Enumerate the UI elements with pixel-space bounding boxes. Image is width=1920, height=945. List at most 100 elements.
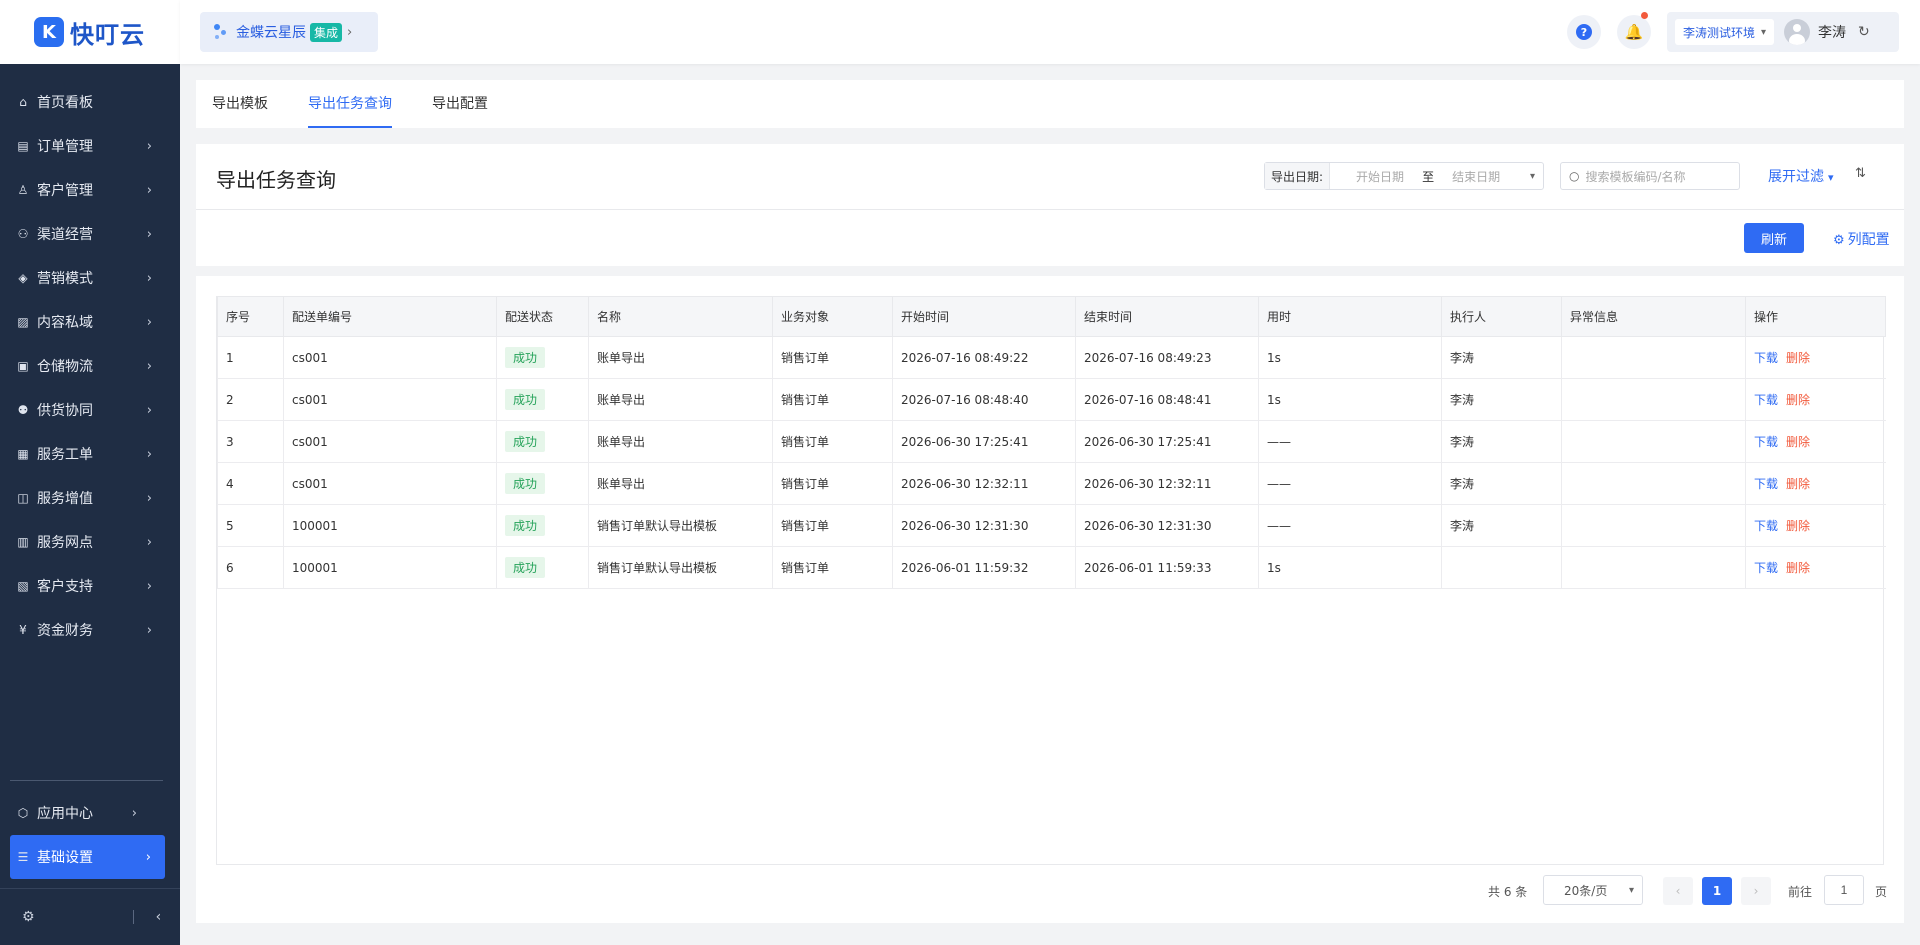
delete-link[interactable]: 删除 (1786, 477, 1810, 491)
collapse-sidebar-icon[interactable]: ‹ (156, 909, 162, 925)
table-row[interactable]: 4 cs001 成功 账单导出 销售订单 2026-06-30 12:32:11 2026-… (217, 462, 1886, 505)
environment-select[interactable]: 李涛测试环境 ▾ (1675, 19, 1775, 45)
environment-label: 李涛测试环境 (1683, 25, 1756, 40)
table-row[interactable]: 5 100001 成功 销售订单默认导出模板 销售订单 2026-06-30 12:31:… (217, 504, 1886, 547)
download-link[interactable]: 下载 (1754, 435, 1778, 449)
date-end-input[interactable]: 结束日期 (1452, 168, 1500, 185)
table-row[interactable]: 3 cs001 成功 账单导出 销售订单 2026-06-30 17:25:41 2026-… (217, 420, 1886, 463)
refresh-button[interactable]: 刷新 (1744, 223, 1804, 253)
integration-badge: 集成 (310, 22, 343, 42)
cell-actions: 下载 删除 (1745, 504, 1886, 547)
sidebar-item[interactable]: ▣ 仓储物流 › (0, 344, 180, 388)
cell-name: 账单导出 (588, 378, 773, 421)
delete-link[interactable]: 删除 (1786, 561, 1810, 575)
sidebar-item[interactable]: ▥ 服务网点 › (0, 520, 180, 564)
chevron-right-icon: › (131, 805, 137, 821)
column-header: 操作 (1745, 296, 1886, 337)
column-config-button[interactable]: ⚙ 列配置 (1833, 229, 1890, 249)
table-container: 序号 配送单编号 配送状态 名称 业务对象 开始时间 结束时间 用时 执行人 异常信息 操作 1 cs… (216, 296, 1886, 865)
download-link[interactable]: 下载 (1754, 393, 1778, 407)
sidebar-item[interactable]: ⌂ 首页看板 (0, 80, 180, 124)
cell-duration: —— (1258, 420, 1442, 463)
top-header: 金蝶云星辰 集成 › ? 🔔 李涛测试环境 ▾ 李涛 ↻ (180, 0, 1920, 64)
sidebar-item-label: 仓储物流 (37, 359, 93, 375)
sidebar-item[interactable]: ¥ 资金财务 › (0, 608, 180, 652)
goto-page-input[interactable] (1824, 875, 1864, 905)
warehouse-icon: ▣ (17, 359, 29, 373)
chevron-down-icon: ▾ (1529, 170, 1535, 182)
chevron-right-icon: › (146, 314, 152, 330)
table-row[interactable]: 2 cs001 成功 账单导出 销售订单 2026-07-16 08:48:40 2026-… (217, 378, 1886, 421)
cell-code: cs001 (283, 336, 497, 379)
download-link[interactable]: 下载 (1754, 351, 1778, 365)
table-body: 1 cs001 成功 账单导出 销售订单 2026-07-16 08:49:22 2026-… (217, 336, 1886, 589)
delete-link[interactable]: 删除 (1786, 519, 1810, 533)
tab-export-config[interactable]: 导出配置 (432, 80, 488, 128)
refresh-icon[interactable]: ↻ (1858, 24, 1870, 40)
sidebar-item-label: 服务网点 (37, 535, 93, 551)
date-range-picker[interactable]: 导出日期: 开始日期 至 结束日期 ▾ (1264, 162, 1544, 190)
cell-code: cs001 (283, 462, 497, 505)
sidebar-item[interactable]: ◫ 服务增值 › (0, 476, 180, 520)
table-row[interactable]: 6 100001 成功 销售订单默认导出模板 销售订单 2026-06-01 11:59:… (217, 546, 1886, 589)
sidebar-item[interactable]: ☰ 基础设置 › (10, 835, 165, 879)
sidebar-item[interactable]: ▦ 服务工单 › (0, 432, 180, 476)
date-range-label: 导出日期: (1265, 163, 1331, 189)
sidebar-item-label: 订单管理 (37, 139, 93, 155)
delete-link[interactable]: 删除 (1786, 435, 1810, 449)
user-name[interactable]: 李涛 (1818, 22, 1846, 42)
table-header-row: 序号 配送单编号 配送状态 名称 业务对象 开始时间 结束时间 用时 执行人 异常信息 操作 (217, 296, 1886, 337)
download-link[interactable]: 下载 (1754, 561, 1778, 575)
page-size-select[interactable]: 20条/页 ▾ (1543, 875, 1643, 905)
delete-link[interactable]: 删除 (1786, 351, 1810, 365)
search-input[interactable]: ○ 搜索模板编码/名称 (1560, 162, 1740, 190)
avatar[interactable] (1784, 19, 1811, 45)
sidebar-item[interactable]: ▨ 内容私域 › (0, 300, 180, 344)
sidebar-item[interactable]: ⚇ 渠道经营 › (0, 212, 180, 256)
status-badge: 成功 (505, 347, 546, 368)
tab-export-template[interactable]: 导出模板 (212, 80, 268, 128)
prev-page-button[interactable]: ‹ (1663, 877, 1693, 905)
help-icon: ? (1576, 24, 1592, 40)
cell-operator (1441, 546, 1562, 589)
download-link[interactable]: 下载 (1754, 477, 1778, 491)
expand-filter-button[interactable]: 展开过滤 ▾ (1768, 166, 1834, 186)
table-panel: 序号 配送单编号 配送状态 名称 业务对象 开始时间 结束时间 用时 执行人 异常信息 操作 1 cs… (196, 276, 1904, 923)
tab-export-task-query[interactable]: 导出任务查询 (308, 80, 392, 128)
logo[interactable]: K 快叮云 (0, 0, 180, 64)
sidebar-item[interactable]: ▤ 订单管理 › (0, 124, 180, 168)
goto-label: 前往 (1788, 885, 1813, 899)
table-row[interactable]: 1 cs001 成功 账单导出 销售订单 2026-07-16 08:49:22 2026-… (217, 336, 1886, 379)
gear-icon[interactable]: ⚙ (22, 909, 35, 925)
chevron-right-icon: › (146, 182, 152, 198)
sidebar-item-label: 基础设置 (37, 850, 93, 866)
product-switcher[interactable]: 金蝶云星辰 集成 › (200, 12, 378, 52)
sort-icon[interactable]: ⇅ (1855, 166, 1866, 181)
sidebar-item[interactable]: ▧ 客户支持 › (0, 564, 180, 608)
supply-icon: ⚉ (17, 403, 29, 417)
delete-link[interactable]: 删除 (1786, 393, 1810, 407)
cell-start: 2026-07-16 08:49:22 (892, 336, 1076, 379)
page-number-button[interactable]: 1 (1702, 877, 1732, 905)
cell-index: 5 (217, 504, 284, 547)
footer-divider (132, 910, 134, 924)
settings-sliders-icon: ☰ (17, 850, 29, 864)
sidebar-item[interactable]: ⚉ 供货协同 › (0, 388, 180, 432)
cell-end: 2026-07-16 08:49:23 (1075, 336, 1259, 379)
sidebar-item[interactable]: ♙ 客户管理 › (0, 168, 180, 212)
chevron-right-icon: › (146, 490, 152, 506)
notification-button[interactable]: 🔔 (1617, 12, 1651, 49)
chevron-right-icon: › (146, 138, 152, 154)
cell-operator: 李涛 (1441, 420, 1562, 463)
expand-filter-label: 展开过滤 (1768, 169, 1824, 185)
cell-end: 2026-06-30 12:31:30 (1075, 504, 1259, 547)
next-page-button[interactable]: › (1741, 877, 1771, 905)
sidebar-item-label: 客户管理 (37, 183, 93, 199)
sidebar-item[interactable]: ⬡ 应用中心 › (10, 791, 165, 835)
cell-operator: 李涛 (1441, 336, 1562, 379)
download-link[interactable]: 下载 (1754, 519, 1778, 533)
date-start-input[interactable]: 开始日期 (1356, 168, 1404, 185)
cell-start: 2026-06-01 11:59:32 (892, 546, 1076, 589)
help-button[interactable]: ? (1567, 15, 1601, 49)
sidebar-item[interactable]: ◈ 营销模式 › (0, 256, 180, 300)
